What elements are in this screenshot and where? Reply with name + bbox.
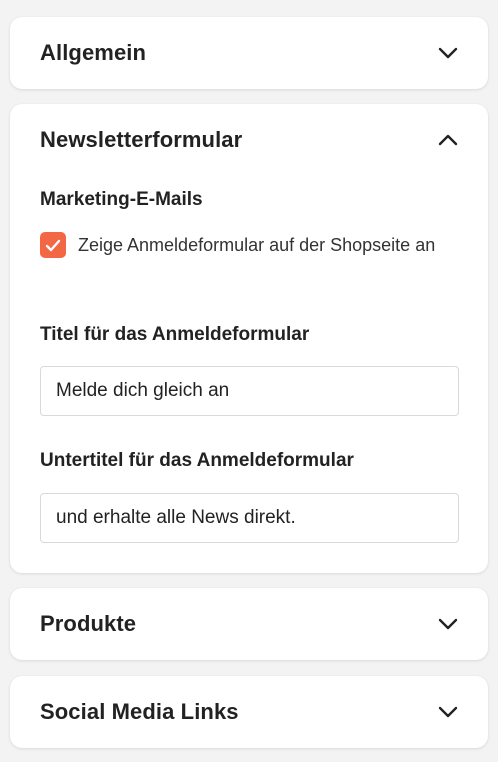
signup-title-label: Titel für das Anmeldeformular [40,324,310,345]
chevron-down-icon[interactable] [438,43,458,63]
section-produkte-title: Produkte [40,611,137,636]
signup-subtitle-input[interactable] [40,493,459,543]
signup-subtitle-label: Untertitel für das Anmeldeformular [40,450,354,471]
marketing-emails-label: Marketing-E-Mails [40,189,203,210]
section-allgemein-header[interactable]: Allgemein [10,17,488,89]
chevron-down-icon[interactable] [438,614,458,634]
section-produkte: Produkte [10,588,488,660]
section-newsletter-title: Newsletterformular [40,127,243,152]
section-social-media-links-title: Social Media Links [40,699,239,724]
section-newsletter: Newsletterformular Marketing-E-Mails Zei… [10,104,488,573]
section-produkte-header[interactable]: Produkte [10,588,488,660]
show-signup-form-option: Zeige Anmeldeformular auf der Shopseite … [40,232,460,260]
show-signup-form-label[interactable]: Zeige Anmeldeformular auf der Shopseite … [78,230,435,260]
section-allgemein-title: Allgemein [40,40,147,65]
section-social-media-links: Social Media Links [10,676,488,748]
chevron-up-icon[interactable] [438,130,458,150]
checkmark-icon [45,239,61,251]
show-signup-form-checkbox[interactable] [40,232,66,258]
settings-panel: Allgemein Newsletterformular Marketing-E… [0,0,498,762]
chevron-down-icon[interactable] [438,702,458,722]
section-social-media-links-header[interactable]: Social Media Links [10,676,488,748]
section-allgemein: Allgemein [10,17,488,89]
signup-title-input[interactable] [40,366,459,416]
section-newsletter-header[interactable]: Newsletterformular [10,104,488,176]
